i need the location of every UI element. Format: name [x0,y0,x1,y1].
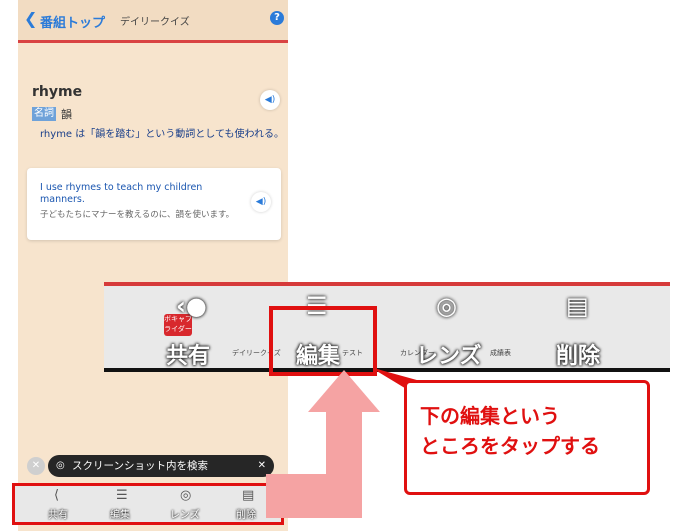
callout-line-1: 下の編集という [420,404,560,428]
instruction-callout: 下の編集という ところをタップする [404,380,650,495]
callout-text: 下の編集という ところをタップする [420,401,600,461]
callout-line-2: ところをタップする [420,434,600,458]
